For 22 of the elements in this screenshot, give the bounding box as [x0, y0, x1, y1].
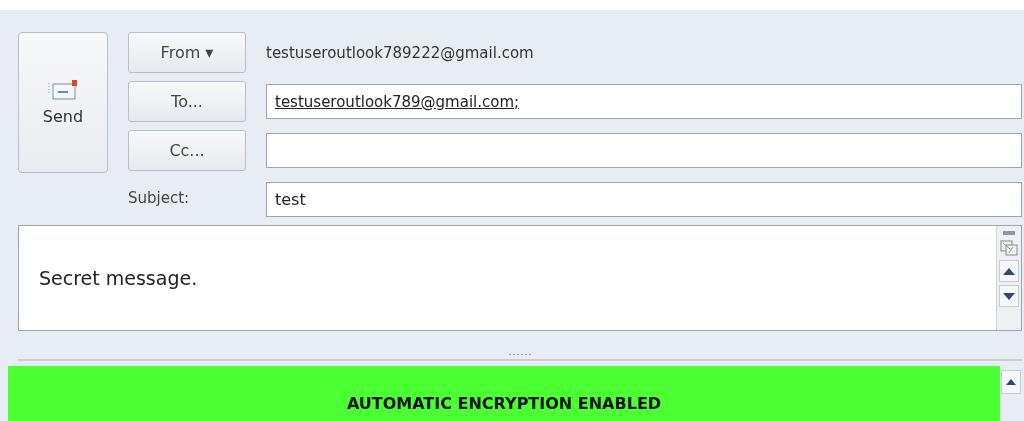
up-arrow-icon — [1003, 267, 1015, 275]
cc-button[interactable]: Cc... — [128, 130, 246, 171]
down-arrow-icon — [1003, 292, 1015, 300]
encryption-banner: AUTOMATIC ENCRYPTION ENABLED — [8, 366, 1000, 421]
splitter-grip-icon[interactable] — [508, 353, 532, 356]
recipient-link[interactable]: testuseroutlook789@gmail.com; — [275, 92, 520, 111]
from-address: testuseroutlook789222@gmail.com — [266, 43, 535, 62]
from-button[interactable]: From ▾ — [128, 32, 246, 73]
scroll-up-button[interactable] — [999, 260, 1019, 282]
message-body[interactable]: Secret message. — [18, 225, 1022, 331]
message-text: Secret message. — [39, 267, 198, 289]
up-arrow-icon — [1006, 379, 1016, 385]
envelope-icon — [48, 79, 78, 101]
cc-field[interactable] — [266, 133, 1022, 168]
subject-label: Subject: — [128, 189, 191, 207]
to-field[interactable]: testuseroutlook789@gmail.com; — [266, 84, 1022, 119]
subject-field[interactable]: test — [266, 182, 1022, 217]
split-handle-icon[interactable] — [1002, 230, 1016, 236]
send-button[interactable]: Send — [18, 32, 108, 173]
scroll-up-button[interactable] — [1001, 370, 1021, 394]
to-button[interactable]: To... — [128, 81, 246, 122]
scroll-down-button[interactable] — [999, 285, 1019, 307]
